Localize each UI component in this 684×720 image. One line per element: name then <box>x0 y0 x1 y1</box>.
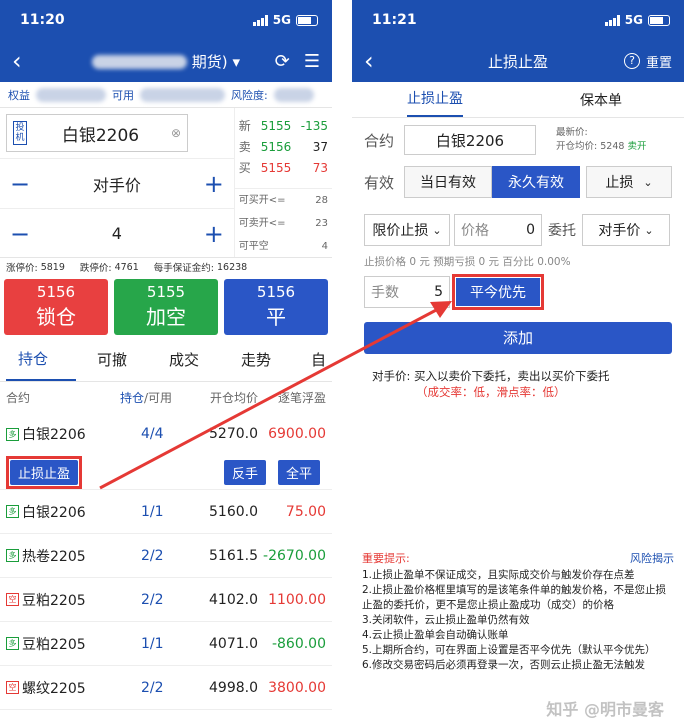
tab-stop-loss[interactable]: 止损止盈 <box>407 83 463 117</box>
price-mode[interactable]: 对手价 <box>40 172 194 196</box>
account-info-bar: 权益 可用 风险度: <box>0 82 332 108</box>
contract-name: 白银2206 <box>61 125 140 146</box>
price-row: 限价止损 ⌄ 价格 0 委托 对手价 ⌄ <box>352 208 684 252</box>
chevron-down-icon: ⌄ <box>644 223 654 237</box>
nav-bar: ‹ 止损止盈 ? 重置 <box>352 40 684 82</box>
chevron-down-icon: ⌄ <box>643 175 653 189</box>
lock-button[interactable]: 5156 锁仓 <box>4 279 108 335</box>
signal-icon <box>252 14 268 26</box>
plus-icon[interactable]: + <box>194 170 234 198</box>
quote-row: 买 5155 73 <box>238 161 328 175</box>
lots-input[interactable]: 手数 5 <box>364 276 450 308</box>
notice-title: 重要提示: <box>362 552 410 565</box>
validity-row: 有效 当日有效 永久有效 止损 ⌄ <box>352 162 684 202</box>
menu-icon[interactable]: ☰ <box>304 51 320 72</box>
chevron-down-icon: ⌄ <box>432 223 442 237</box>
highlight-box: 止损止盈 <box>6 456 83 489</box>
equity-label: 权益 <box>8 88 30 102</box>
tab-positions[interactable]: 持仓 <box>6 339 76 381</box>
validity-permanent[interactable]: 永久有效 <box>492 166 580 198</box>
stop-info: 止损价格 0 元 预期亏损 0 元 百分比 0.00% <box>364 256 571 268</box>
risk-label: 风险度: <box>231 88 268 102</box>
order-panel: 投机 白银2206 ⊗ − 对手价 + − 4 + 新 5155 -135 卖 515… <box>0 108 332 258</box>
network-label: 5G <box>624 13 643 27</box>
plus-icon[interactable]: + <box>194 220 234 248</box>
price-input[interactable]: 价格 0 <box>454 214 542 246</box>
tab-cancelable[interactable]: 可撤 <box>76 349 148 370</box>
quote-row: 新 5155 -135 <box>238 119 328 133</box>
back-icon[interactable]: ‹ <box>364 49 374 73</box>
table-row[interactable]: 空豆粕2205 2/2 4102.0 1100.00 <box>0 578 332 622</box>
close-button[interactable]: 5156 平 <box>224 279 328 335</box>
contract-field[interactable]: 白银2206 <box>404 125 536 155</box>
highlight-box: 平今优先 <box>452 274 544 310</box>
sell-open-button[interactable]: 5155 加空 <box>114 279 218 335</box>
add-button[interactable]: 添加 <box>364 322 672 354</box>
account-type: 期货) <box>191 52 228 71</box>
limits-panel: 可买开<= 28 可卖开<= 23 可平空 4 <box>234 188 332 258</box>
position-tabs: 持仓 可撤 成交 走势 自 <box>0 338 332 382</box>
battery-icon <box>296 14 318 26</box>
action-buttons: 5156 锁仓 5155 加空 5156 平 <box>0 276 332 338</box>
nav-bar: ‹ 期货) ▾ ⟳ ☰ <box>0 40 332 82</box>
validity-today[interactable]: 当日有效 <box>404 166 492 198</box>
clear-icon[interactable]: ⊗ <box>171 126 181 140</box>
minus-icon[interactable]: − <box>0 170 40 198</box>
contract-selector[interactable]: 投机 白银2206 ⊗ <box>6 114 188 152</box>
notice-list: 1.止损止盈单不保证成交，且实际成交价与触发价存在点差 2.止损止盈价格框里填写… <box>362 569 667 671</box>
help-icon[interactable]: ? <box>623 53 640 69</box>
tab-trend[interactable]: 走势 <box>220 349 292 370</box>
table-row[interactable]: 空螺纹2205 2/2 4998.0 3800.00 <box>0 666 332 710</box>
table-header: 合约 持仓/可用 开仓均价 逐笔浮盈 <box>6 390 326 405</box>
tab-breakeven[interactable]: 保本单 <box>518 90 684 110</box>
quote-row: 卖 5156 37 <box>238 140 328 154</box>
dropdown-icon[interactable]: ▾ <box>232 53 240 71</box>
limit-stop-select[interactable]: 限价止损 ⌄ <box>364 214 450 246</box>
status-bar: 11:20 5G <box>0 0 332 40</box>
reverse-button[interactable]: 反手 <box>223 460 266 485</box>
lots-row: 手数 5 平今优先 <box>352 272 684 312</box>
table-row[interactable]: 多白银2206 1/1 5160.0 75.00 <box>0 490 332 534</box>
close-today-priority-button[interactable]: 平今优先 <box>456 278 540 306</box>
reset-button[interactable]: ? 重置 <box>623 52 672 71</box>
close-all-button[interactable]: 全平 <box>277 460 320 485</box>
watermark: 知乎 @明市曼客 <box>546 700 664 719</box>
limit-info: 涨停价: 5819 跌停价: 4761 每手保证金约: 16238 <box>6 261 248 275</box>
refresh-icon[interactable]: ⟳ <box>275 51 290 72</box>
available-label: 可用 <box>112 88 134 102</box>
status-bar: 11:21 5G <box>352 0 684 40</box>
stop-loss-button[interactable]: 止损止盈 <box>10 460 79 485</box>
order-type-tabs: 止损止盈 保本单 <box>352 82 684 118</box>
status-time: 11:20 <box>20 12 65 28</box>
positions-list: 多白银2206 4/4 5270.0 6900.00 止损止盈 反手 全平 多白… <box>0 412 332 710</box>
left-screen: 11:20 5G ‹ 期货) ▾ ⟳ ☰ 权益 可用 风险度: 投机 白银220… <box>0 0 332 720</box>
status-time: 11:21 <box>372 12 417 28</box>
risk-disclosure-link[interactable]: 风险揭示 <box>630 550 674 566</box>
price-mode-desc: 对手价: 买入以卖价下委托，卖出以买价下委托 （成交率：低，滑点率：低） <box>372 369 610 399</box>
notice-panel: 重要提示: 风险揭示 1.止损止盈单不保证成交，且实际成交价与触发价存在点差 2… <box>352 548 684 673</box>
spec-tag: 投机 <box>13 121 27 145</box>
quote-panel: 新 5155 -135 卖 5156 37 买 5155 73 <box>235 108 332 188</box>
back-icon[interactable]: ‹ <box>12 49 22 73</box>
table-row[interactable]: 多热卷2205 2/2 5161.5 -2670.00 <box>0 534 332 578</box>
minus-icon[interactable]: − <box>0 220 40 248</box>
signal-icon <box>604 14 620 26</box>
quantity-input[interactable]: 4 <box>40 224 194 243</box>
order-price-select[interactable]: 对手价 ⌄ <box>582 214 670 246</box>
account-name-blurred <box>92 55 188 69</box>
tab-filled[interactable]: 成交 <box>148 349 220 370</box>
right-screen: 11:21 5G ‹ 止损止盈 ? 重置 止损止盈 保本单 合约 白银2206 … <box>352 0 684 720</box>
quantity-row: − 4 + <box>0 208 234 258</box>
row-actions: 止损止盈 反手 全平 <box>0 456 332 490</box>
network-label: 5G <box>272 13 291 27</box>
tab-more[interactable]: 自 <box>292 349 326 370</box>
price-row: − 对手价 + <box>0 158 234 208</box>
battery-icon <box>648 14 670 26</box>
contract-row: 合约 白银2206 最新价: 开仓均价: 5248 卖开 <box>352 118 684 162</box>
table-row[interactable]: 多白银2206 4/4 5270.0 6900.00 <box>0 412 332 456</box>
stop-type-select[interactable]: 止损 ⌄ <box>586 166 672 198</box>
table-row[interactable]: 多豆粕2205 1/1 4071.0 -860.00 <box>0 622 332 666</box>
